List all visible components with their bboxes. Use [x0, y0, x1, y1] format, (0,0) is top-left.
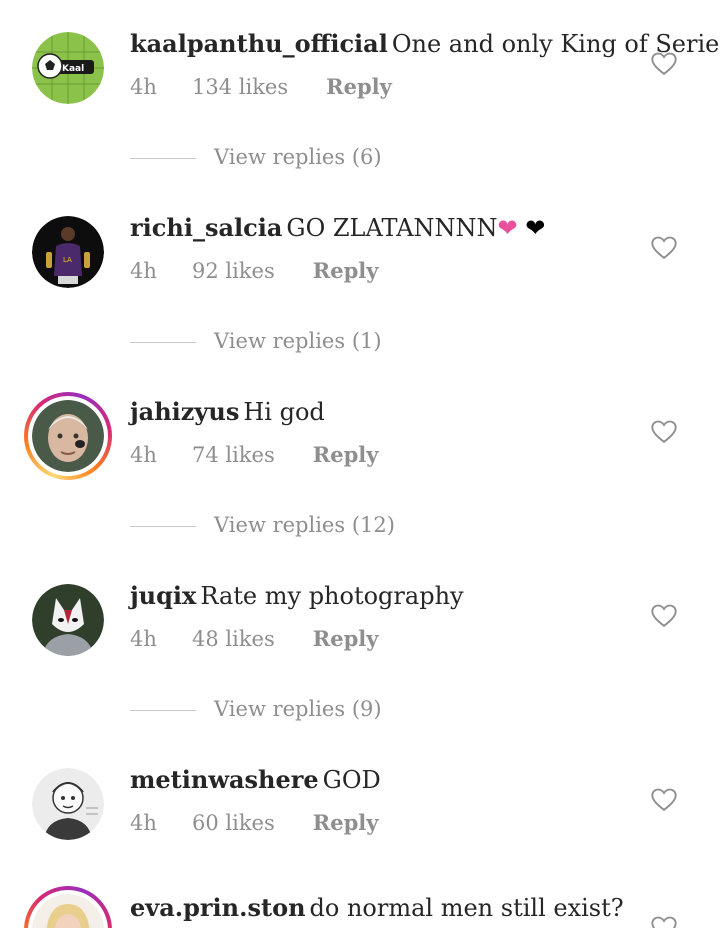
avatar-story-ring[interactable] [24, 392, 112, 480]
reply-button[interactable]: Reply [313, 624, 379, 654]
timestamp: 4h [130, 627, 157, 651]
username[interactable]: eva.prin.ston [130, 893, 306, 922]
view-replies-button[interactable]: View replies (9) [130, 694, 382, 724]
masked-character-avatar [32, 584, 104, 656]
comment-text: Rate my photography [200, 582, 464, 610]
man-face-avatar [32, 400, 104, 472]
likes-count[interactable]: 60 likes [192, 808, 275, 838]
view-replies-label: View replies (6) [214, 145, 382, 169]
svg-text:Kaal: Kaal [62, 64, 84, 74]
comment-text: do normal men still exist? [309, 894, 624, 922]
heart-outline-icon[interactable] [650, 786, 678, 814]
heart-outline-icon[interactable] [650, 914, 678, 928]
divider-line [130, 158, 196, 159]
basketball-player-avatar: LA [32, 216, 104, 288]
divider-line [130, 342, 196, 343]
comment-item: eva.prin.ston do normal men still exist? [0, 860, 720, 928]
heart-outline-icon[interactable] [650, 418, 678, 446]
sketch-drawing-avatar [32, 768, 104, 840]
pink-heart-emoji: ❤ [497, 214, 518, 242]
comment-meta: 4h 48 likes Reply [130, 624, 378, 654]
view-replies-label: View replies (1) [214, 329, 382, 353]
comment-text-line: eva.prin.ston do normal men still exist? [130, 892, 624, 924]
black-heart-emoji: ❤ [525, 214, 546, 242]
comment-text: GOD [322, 766, 381, 794]
likes-count[interactable]: 92 likes [192, 256, 275, 286]
timestamp: 4h [130, 811, 157, 835]
username[interactable]: kaalpanthu_official [130, 29, 388, 58]
comment-item: Kaal kaalpanthu_official One and only Kin… [0, 0, 720, 184]
avatar[interactable]: Kaal [32, 32, 104, 104]
comment-text: GO ZLATANNNN [286, 214, 498, 242]
view-replies-label: View replies (12) [214, 513, 395, 537]
username[interactable]: juqix [130, 581, 196, 610]
comment-item: LA richi_salcia GO ZLATANNNN❤ ❤ 4h 92 like… [0, 184, 720, 368]
comment-text: Hi god [243, 398, 325, 426]
timestamp: 4h [130, 259, 157, 283]
timestamp: 4h [130, 443, 157, 467]
soccer-ball-logo-avatar: Kaal [32, 32, 104, 104]
view-replies-label: View replies (9) [214, 697, 382, 721]
comment-item: jahizyus Hi god 4h 74 likes Reply View repl… [0, 368, 720, 552]
heart-outline-icon[interactable] [650, 602, 678, 630]
avatar[interactable]: LA [32, 216, 104, 288]
reply-button[interactable]: Reply [313, 256, 379, 286]
comment-meta: 4h 134 likes Reply [130, 72, 392, 102]
avatar-story-ring[interactable] [24, 886, 112, 928]
comment-item: juqix Rate my photography 4h 48 likes Reply… [0, 552, 720, 736]
avatar[interactable] [32, 584, 104, 656]
reply-button[interactable]: Reply [313, 808, 379, 838]
divider-line [130, 710, 196, 711]
timestamp: 4h [130, 75, 157, 99]
username[interactable]: jahizyus [130, 397, 239, 426]
heart-outline-icon[interactable] [650, 50, 678, 78]
comment-meta: 4h 92 likes Reply [130, 256, 378, 286]
reply-button[interactable]: Reply [313, 440, 379, 470]
avatar[interactable] [32, 768, 104, 840]
view-replies-button[interactable]: View replies (12) [130, 510, 395, 540]
heart-outline-icon[interactable] [650, 234, 678, 262]
svg-text:LA: LA [63, 256, 72, 264]
username[interactable]: richi_salcia [130, 213, 282, 242]
likes-count[interactable]: 74 likes [192, 440, 275, 470]
comment-meta: 4h 60 likes Reply [130, 808, 378, 838]
divider-line [130, 526, 196, 527]
comment-text-line: juqix Rate my photography [130, 580, 620, 612]
comment-text-line: metinwashere GOD [130, 764, 620, 796]
reply-button[interactable]: Reply [326, 72, 392, 102]
comment-meta: 4h 74 likes Reply [130, 440, 378, 470]
comment-text-line: jahizyus Hi god [130, 396, 620, 428]
likes-count[interactable]: 134 likes [192, 72, 288, 102]
view-replies-button[interactable]: View replies (6) [130, 142, 382, 172]
username[interactable]: metinwashere [130, 765, 319, 794]
comment-text-line: kaalpanthu_official One and only King of … [130, 28, 720, 60]
comment-text-line: richi_salcia GO ZLATANNNN❤ ❤ [130, 212, 620, 244]
view-replies-button[interactable]: View replies (1) [130, 326, 382, 356]
likes-count[interactable]: 48 likes [192, 624, 275, 654]
